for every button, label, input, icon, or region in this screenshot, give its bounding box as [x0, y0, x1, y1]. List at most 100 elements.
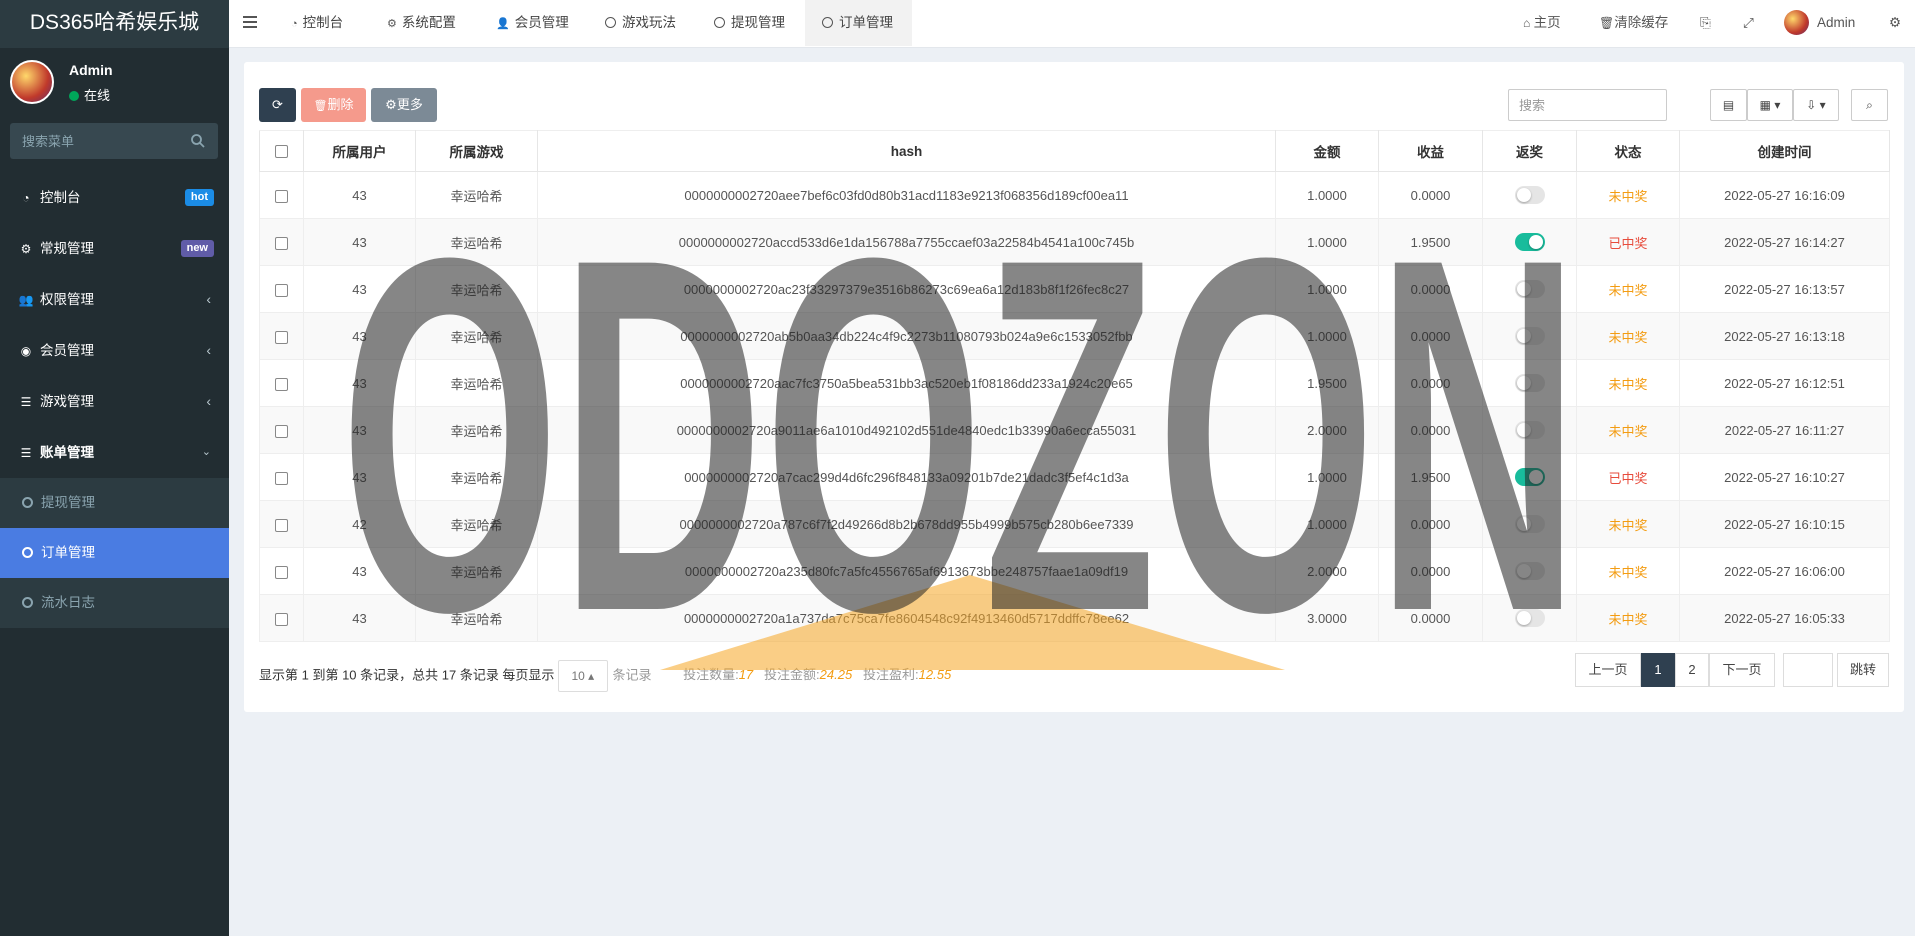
profit-cell: 0.0000: [1378, 500, 1483, 548]
table-row[interactable]: 43 幸运哈希 0000000002720aee7bef6c03fd0d80b31a…: [259, 171, 1890, 219]
settings-toggle[interactable]: ⚙: [1889, 0, 1901, 46]
table-row[interactable]: 43 幸运哈希 0000000002720ab5b0aa34db224c4f9c22…: [259, 312, 1890, 360]
row-checkbox[interactable]: [275, 377, 288, 391]
status-cell: 未中奖: [1576, 265, 1680, 313]
translate-icon: ⎘: [1700, 15, 1711, 30]
status-cell: 未中奖: [1576, 547, 1680, 595]
tab-dashboard[interactable]: ◔ 控制台: [291, 0, 343, 46]
payout-toggle[interactable]: [1514, 186, 1545, 204]
row-checkbox[interactable]: [275, 424, 288, 438]
sidebar-item-withdrawals[interactable]: 提现管理: [0, 478, 229, 528]
row-checkbox[interactable]: [275, 283, 288, 297]
payout-toggle[interactable]: [1514, 327, 1545, 345]
sidebar-item-dashboard[interactable]: ◔ 控制台 hot: [0, 172, 229, 223]
sidebar-item-label: 游戏管理: [40, 394, 94, 409]
circle-icon: [22, 547, 33, 558]
column-header[interactable]: hash: [537, 130, 1276, 172]
next-page-button[interactable]: 下一页: [1709, 653, 1775, 687]
time-cell: 2022-05-27 16:16:09: [1679, 171, 1890, 219]
table-search-input[interactable]: [1508, 89, 1667, 121]
row-checkbox[interactable]: [275, 518, 288, 532]
table-row[interactable]: 43 幸运哈希 0000000002720a1a737da7c75ca7fe8604…: [259, 594, 1890, 642]
page-button-2[interactable]: 2: [1675, 653, 1709, 687]
payout-toggle[interactable]: [1514, 280, 1545, 298]
prev-page-button[interactable]: 上一页: [1575, 653, 1641, 687]
new-badge: new: [180, 240, 214, 257]
tab-gameplay[interactable]: 游戏玩法: [605, 0, 676, 46]
column-header[interactable]: 状态: [1576, 130, 1680, 172]
more-button[interactable]: ⚙更多: [371, 88, 437, 122]
row-checkbox[interactable]: [275, 565, 288, 579]
select-all-checkbox[interactable]: [275, 145, 288, 159]
tab-system-config[interactable]: ⚙ 系统配置: [387, 0, 456, 46]
jump-button[interactable]: 跳转: [1837, 653, 1889, 687]
delete-button[interactable]: 🗑删除: [301, 88, 366, 122]
brand-title[interactable]: DS365哈希娱乐城: [0, 0, 229, 48]
jump-page-input[interactable]: [1783, 653, 1833, 687]
column-header[interactable]: 所属用户: [303, 130, 416, 172]
home-link[interactable]: ⌂ 主页: [1523, 0, 1561, 46]
sidebar-item-flow-log[interactable]: 流水日志: [0, 578, 229, 628]
sidebar-item-general[interactable]: ⚙ 常规管理 new: [0, 223, 229, 274]
checkbox-cell: [259, 312, 304, 360]
fullscreen-toggle[interactable]: ⤢: [1743, 0, 1754, 46]
toggle-view-button[interactable]: ▤: [1710, 89, 1747, 121]
admin-menu[interactable]: Admin: [1784, 0, 1855, 46]
column-header[interactable]: 创建时间: [1679, 130, 1890, 172]
tab-orders[interactable]: 订单管理: [805, 0, 912, 46]
row-checkbox[interactable]: [275, 612, 288, 626]
advanced-search-button[interactable]: ⌕: [1851, 89, 1888, 121]
payout-cell: [1482, 594, 1577, 642]
page-button-1[interactable]: 1: [1641, 653, 1675, 687]
search-icon[interactable]: [190, 133, 206, 149]
table-row[interactable]: 43 幸运哈希 0000000002720a7cac299d4d6fc296f848…: [259, 453, 1890, 501]
row-checkbox[interactable]: [275, 189, 288, 203]
payout-cell: [1482, 312, 1577, 360]
tab-withdrawals[interactable]: 提现管理: [714, 0, 785, 46]
clear-cache-label: 清除缓存: [1614, 15, 1669, 30]
clear-cache-link[interactable]: 🗑清除缓存: [1599, 0, 1668, 46]
payout-toggle[interactable]: [1514, 233, 1545, 251]
column-header[interactable]: 所属游戏: [415, 130, 538, 172]
sidebar-item-billing[interactable]: ☰ 账单管理 ⌄: [0, 427, 229, 478]
sidebar-item-permissions[interactable]: 👥 权限管理 ‹: [0, 274, 229, 325]
column-header[interactable]: 金额: [1275, 130, 1379, 172]
delete-label: 删除: [327, 97, 354, 112]
table-row[interactable]: 42 幸运哈希 0000000002720a787c6f7f2d49266d8b2b…: [259, 500, 1890, 548]
columns-button[interactable]: ▦ ▾: [1747, 89, 1793, 121]
payout-toggle[interactable]: [1514, 515, 1545, 533]
column-header[interactable]: 收益: [1378, 130, 1483, 172]
column-header[interactable]: 返奖: [1482, 130, 1577, 172]
payout-toggle[interactable]: [1514, 421, 1545, 439]
payout-toggle[interactable]: [1514, 562, 1545, 580]
row-checkbox[interactable]: [275, 471, 288, 485]
sidebar-item-orders[interactable]: 订单管理: [0, 528, 229, 578]
row-checkbox[interactable]: [275, 236, 288, 250]
export-button[interactable]: ⇩ ▾: [1793, 89, 1839, 121]
table-row[interactable]: 43 幸运哈希 0000000002720a235d80fc7a5fc4556765…: [259, 547, 1890, 595]
sidebar-item-label: 订单管理: [41, 545, 95, 560]
menu-toggle-icon[interactable]: [243, 16, 257, 28]
tab-members[interactable]: 👤 会员管理: [496, 0, 569, 46]
refresh-button[interactable]: ⟳: [259, 88, 296, 122]
page-size-select[interactable]: 10 ▴: [558, 660, 609, 692]
payout-toggle[interactable]: [1514, 468, 1545, 486]
table-row[interactable]: 43 幸运哈希 0000000002720aac7fc3750a5bea531bb3…: [259, 359, 1890, 407]
language-toggle[interactable]: ⎘: [1700, 0, 1711, 46]
payout-toggle[interactable]: [1514, 374, 1545, 392]
sidebar-item-label: 常规管理: [40, 241, 94, 256]
table-header-row: 所属用户 所属游戏 hash 金额 收益 返奖 状态 创建时间: [259, 130, 1890, 172]
game-cell: 幸运哈希: [415, 312, 538, 360]
row-checkbox[interactable]: [275, 330, 288, 344]
table-row[interactable]: 43 幸运哈希 0000000002720accd533d6e1da156788a7…: [259, 218, 1890, 266]
bet-amount-label: 投注金额:: [764, 667, 820, 683]
sidebar-item-members[interactable]: ◉ 会员管理 ‹: [0, 325, 229, 376]
amount-cell: 1.0000: [1275, 312, 1379, 360]
payout-toggle[interactable]: [1514, 609, 1545, 627]
user-status-text: 在线: [84, 88, 111, 103]
table-row[interactable]: 43 幸运哈希 0000000002720ac23f33297379e3516b86…: [259, 265, 1890, 313]
user-circle-icon: ◉: [20, 344, 32, 358]
table-row[interactable]: 43 幸运哈希 0000000002720a9011ae6a1010d492102d…: [259, 406, 1890, 454]
menu-search-input[interactable]: [10, 123, 180, 159]
sidebar-item-games[interactable]: ☰ 游戏管理 ‹: [0, 376, 229, 427]
